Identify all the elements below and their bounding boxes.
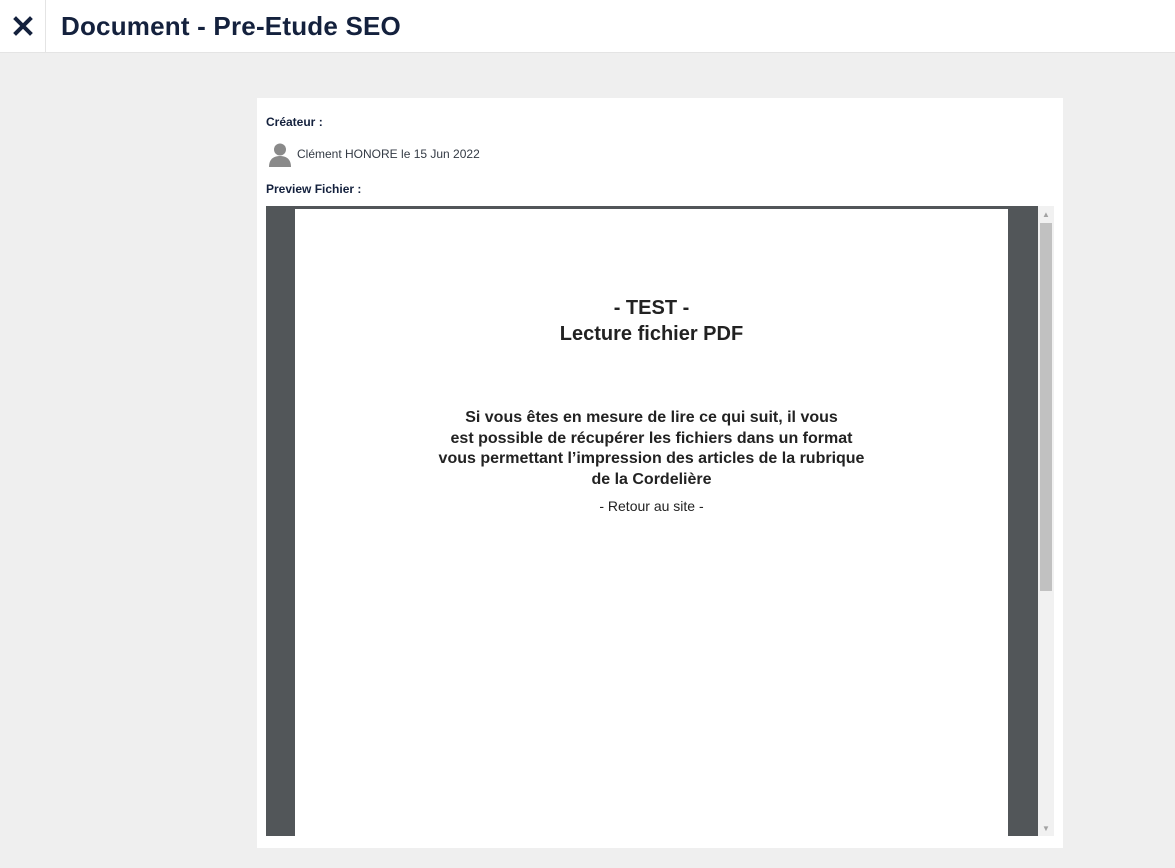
scroll-down-icon[interactable]: ▼ — [1038, 820, 1054, 836]
header-bar: Document - Pre-Etude SEO — [0, 0, 1175, 53]
pdf-viewer[interactable]: - TEST - Lecture fichier PDF Si vous ête… — [266, 206, 1054, 836]
scroll-up-icon[interactable]: ▲ — [1038, 206, 1054, 222]
pdf-title-line: - TEST - — [613, 297, 690, 319]
pdf-body-line: Si vous êtes en mesure de lire ce qui su… — [465, 409, 838, 426]
viewer-scrollbar[interactable]: ▲ ▼ — [1038, 206, 1054, 836]
pdf-title-line: Lecture fichier PDF — [559, 323, 744, 345]
user-avatar-icon — [269, 143, 291, 167]
pdf-title: - TEST - Lecture fichier PDF — [295, 295, 1008, 347]
pdf-page: - TEST - Lecture fichier PDF Si vous ête… — [295, 209, 1008, 836]
creator-name-date: Clément HONORE le 15 Jun 2022 — [297, 147, 480, 161]
pdf-return-link[interactable]: - Retour au site - — [295, 497, 1008, 515]
close-button[interactable] — [0, 0, 46, 53]
document-card: Créateur : Clément HONORE le 15 Jun 2022… — [257, 98, 1063, 848]
preview-label: Preview Fichier : — [266, 182, 362, 196]
close-icon[interactable] — [12, 16, 33, 36]
pdf-body-line: est possible de récupérer les fichiers d… — [450, 429, 853, 447]
pdf-body-text: Si vous êtes en mesure de lire ce qui su… — [295, 408, 1008, 490]
page-title: Document - Pre-Etude SEO — [61, 10, 401, 41]
scrollbar-thumb[interactable] — [1040, 223, 1052, 591]
pdf-body-line: vous permettant l’impression des article… — [438, 450, 865, 467]
creator-label: Créateur : — [266, 115, 323, 129]
pdf-body-line: de la Cordelière — [591, 470, 712, 488]
creator-row: Clément HONORE le 15 Jun 2022 — [267, 141, 480, 167]
